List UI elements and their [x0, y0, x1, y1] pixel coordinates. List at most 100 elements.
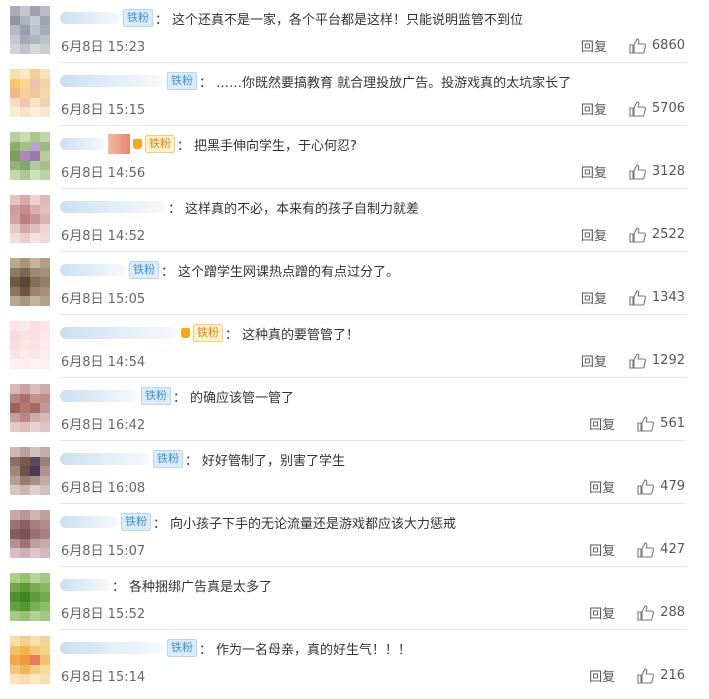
fan-badge[interactable]: 铁粉 [193, 324, 223, 342]
thumbs-up-icon [637, 415, 655, 432]
comment-item: ： 各种捆绑广告真是太多了 6月8日 15:52 回复 288 [0, 567, 709, 630]
comment-text: 作为一名母亲，真的好生气！！！ [216, 642, 412, 658]
comment-time: 6月8日 14:56 [61, 166, 146, 181]
comment-text: 的确应该管一管了 [190, 390, 295, 406]
comment-item: 铁粉 ： 向小孩子下手的无论流量还是游戏都应该大力惩戒 6月8日 15:07 回… [0, 504, 709, 567]
comment-item: 铁粉 ： 好好管制了，别害了学生 6月8日 16:08 回复 479 [0, 441, 709, 504]
like-button[interactable]: 5706 [629, 100, 685, 117]
like-button[interactable]: 427 [637, 541, 685, 558]
comment-item: 铁粉 ： 的确应该管一管了 6月8日 16:42 回复 561 [0, 378, 709, 441]
thumbs-up-icon [629, 37, 646, 54]
username[interactable] [60, 579, 110, 591]
like-button[interactable]: 561 [637, 415, 685, 432]
username[interactable] [60, 642, 164, 654]
comment-item: 铁粉 ： 这种真的要管管了！ 6月8日 14:54 回复 1292 [0, 315, 709, 378]
comment-text: 这样真的不必，本来有的孩子自制力就差 [185, 201, 420, 217]
reply-button[interactable]: 回复 [581, 99, 607, 118]
thumbs-up-icon [629, 226, 646, 243]
avatar[interactable] [10, 321, 50, 369]
comment-time: 6月8日 15:07 [61, 544, 146, 559]
fan-badge[interactable]: 铁粉 [167, 72, 197, 90]
avatar[interactable] [10, 6, 50, 54]
comment-item: 铁粉 ： ……你既然要搞教育 就合理投放广告。投游戏真的太坑家长了 6月8日 1… [0, 63, 709, 126]
fan-badge[interactable]: 铁粉 [153, 450, 183, 468]
comment-text: ……你既然要搞教育 就合理投放广告。投游戏真的太坑家长了 [216, 75, 572, 91]
like-button[interactable]: 1292 [629, 352, 685, 369]
avatar[interactable] [10, 132, 50, 180]
like-button[interactable]: 3128 [629, 163, 685, 180]
thumbs-up-icon [629, 289, 646, 306]
like-button[interactable]: 6860 [629, 37, 685, 54]
username[interactable] [60, 138, 106, 150]
fan-badge[interactable]: 铁粉 [123, 9, 153, 27]
thumbs-up-icon [629, 100, 646, 117]
like-count: 6860 [651, 38, 685, 53]
like-count: 561 [660, 416, 685, 431]
comment-time: 6月8日 16:42 [61, 418, 146, 433]
comment-time: 6月8日 15:52 [61, 607, 146, 622]
like-button[interactable]: 1343 [629, 289, 685, 306]
like-count: 2522 [651, 227, 685, 242]
username[interactable] [60, 201, 166, 213]
username[interactable] [60, 12, 120, 24]
like-count: 1292 [651, 353, 685, 368]
avatar[interactable] [10, 69, 50, 117]
username[interactable] [60, 390, 138, 402]
avatar[interactable] [10, 447, 50, 495]
crown-icon [133, 139, 142, 149]
reply-button[interactable]: 回复 [581, 288, 607, 307]
comment-time: 6月8日 14:54 [61, 355, 146, 370]
like-count: 1343 [651, 290, 685, 305]
fan-badge[interactable]: 铁粉 [145, 135, 175, 153]
comment-time: 6月8日 15:15 [61, 103, 146, 118]
fan-badge[interactable]: 铁粉 [129, 261, 159, 279]
avatar[interactable] [10, 636, 50, 684]
comment-item: 铁粉 ： 作为一名母亲，真的好生气！！！ 6月8日 15:14 回复 216 [0, 630, 709, 693]
like-button[interactable]: 216 [637, 667, 685, 684]
reply-button[interactable]: 回复 [581, 225, 607, 244]
comment-time: 6月8日 16:08 [61, 481, 146, 496]
thumbs-up-icon [637, 667, 655, 684]
username[interactable] [60, 516, 118, 528]
like-button[interactable]: 2522 [629, 226, 685, 243]
comment-time: 6月8日 15:23 [61, 40, 146, 55]
like-button[interactable]: 288 [637, 604, 685, 621]
like-button[interactable]: 479 [637, 478, 685, 495]
like-count: 5706 [651, 101, 685, 116]
fan-badge[interactable]: 铁粉 [141, 387, 171, 405]
comment-item: 铁粉 ： 把黑手伸向学生，于心何忍? 6月8日 14:56 回复 3128 [0, 126, 709, 189]
avatar[interactable] [10, 384, 50, 432]
reply-button[interactable]: 回复 [589, 603, 615, 622]
like-count: 3128 [651, 164, 685, 179]
avatar[interactable] [10, 573, 50, 621]
comment-item: 铁粉 ： 这个还真不是一家，各个平台都是这样！只能说明监管不到位 6月8日 15… [0, 0, 709, 63]
comment-time: 6月8日 14:52 [61, 229, 146, 244]
reply-button[interactable]: 回复 [589, 540, 615, 559]
comment-item: 铁粉 ： 这个蹭学生网课热点蹭的有点过分了。 6月8日 15:05 回复 134… [0, 252, 709, 315]
username[interactable] [60, 327, 178, 339]
comment-item: ： 这样真的不必，本来有的孩子自制力就差 6月8日 14:52 回复 2522 [0, 189, 709, 252]
reply-button[interactable]: 回复 [589, 414, 615, 433]
like-count: 479 [660, 479, 685, 494]
fan-badge[interactable]: 铁粉 [121, 513, 151, 531]
comment-time: 6月8日 15:05 [61, 292, 146, 307]
reply-button[interactable]: 回复 [581, 36, 607, 55]
comment-list: 铁粉 ： 这个还真不是一家，各个平台都是这样！只能说明监管不到位 6月8日 15… [0, 0, 709, 699]
avatar[interactable] [10, 510, 50, 558]
thumbs-up-icon [629, 163, 646, 180]
avatar[interactable] [10, 258, 50, 306]
reply-button[interactable]: 回复 [589, 477, 615, 496]
nickname-image [108, 134, 130, 154]
username[interactable] [60, 264, 126, 276]
reply-button[interactable]: 回复 [581, 162, 607, 181]
comment-text: 各种捆绑广告真是太多了 [129, 579, 273, 595]
comment-text: 向小孩子下手的无论流量还是游戏都应该大力惩戒 [170, 516, 457, 532]
comment-time: 6月8日 15:14 [61, 670, 146, 685]
username[interactable] [60, 75, 164, 87]
comment-text: 这种真的要管管了！ [242, 327, 360, 343]
reply-button[interactable]: 回复 [589, 666, 615, 685]
avatar[interactable] [10, 195, 50, 243]
username[interactable] [60, 453, 150, 465]
reply-button[interactable]: 回复 [581, 351, 607, 370]
fan-badge[interactable]: 铁粉 [167, 639, 197, 657]
